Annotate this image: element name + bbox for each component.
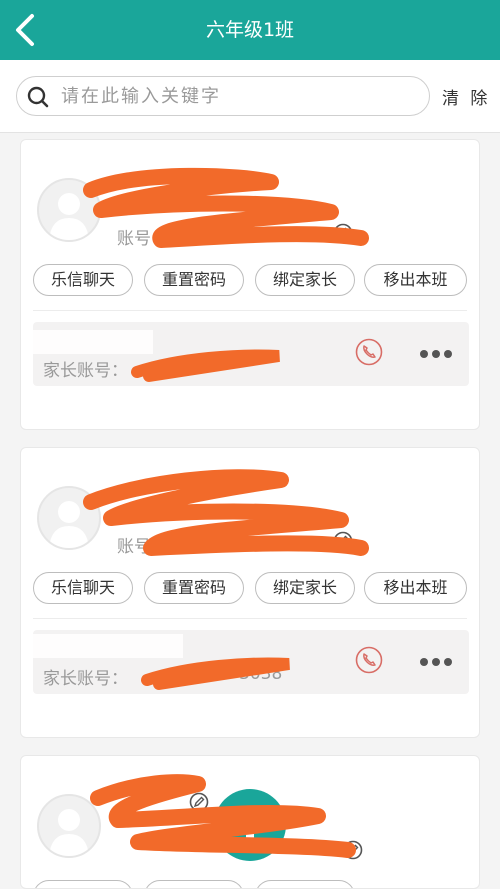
avatar[interactable] <box>37 486 101 550</box>
avatar-placeholder-icon <box>49 809 89 856</box>
more-options-icon[interactable] <box>419 657 453 667</box>
student-account-label: 账号 <box>117 229 151 249</box>
top-app-bar: 六年级1班 <box>0 0 500 60</box>
search-box[interactable] <box>16 76 430 116</box>
chat-button[interactable]: 乐信聊天 <box>33 572 133 604</box>
student-account-label: 账号 <box>117 537 151 557</box>
phone-call-icon[interactable] <box>355 646 383 674</box>
avatar[interactable] <box>37 794 101 858</box>
chat-button[interactable]: 乐信聊天 <box>33 264 133 296</box>
plus-icon <box>232 807 268 843</box>
edit-icon[interactable] <box>333 531 353 551</box>
chat-button[interactable] <box>33 880 133 888</box>
student-actions: 乐信聊天 重置密码 绑定家长 移出本班 <box>33 572 469 606</box>
student-card: 账号 乐信聊天 重置密码 绑定家长 移出本班 家长账号： <box>20 139 480 430</box>
parent-account-label: 家长账号： <box>43 669 128 689</box>
bind-parent-button[interactable] <box>255 880 355 888</box>
parent-row: 家长账号： 3038 <box>21 630 469 694</box>
remove-from-class-button[interactable]: 移出本班 <box>364 264 467 296</box>
search-bar: 清 除 <box>0 60 500 133</box>
search-icon <box>27 86 49 108</box>
search-input[interactable] <box>61 83 411 109</box>
edit-icon[interactable] <box>189 792 209 812</box>
reset-password-button[interactable] <box>144 880 244 888</box>
parent-account-label: 家长账号： <box>43 361 128 381</box>
redaction-blur <box>21 634 183 658</box>
avatar-placeholder-icon <box>49 193 89 240</box>
clear-button[interactable]: 清 除 <box>442 84 490 109</box>
bind-parent-button[interactable]: 绑定家长 <box>255 264 355 296</box>
avatar-placeholder-icon <box>49 501 89 548</box>
remove-from-class-button[interactable]: 移出本班 <box>364 572 467 604</box>
avatar[interactable] <box>37 178 101 242</box>
student-card: 账号 乐信聊天 重置密码 绑定家长 移出本班 家长账号： 3038 <box>20 447 480 738</box>
more-options-icon[interactable] <box>419 349 453 359</box>
edit-icon[interactable] <box>333 223 353 243</box>
add-student-fab[interactable] <box>214 789 286 861</box>
divider <box>33 618 467 619</box>
bind-parent-button[interactable]: 绑定家长 <box>255 572 355 604</box>
page-title: 六年级1班 <box>205 19 295 41</box>
reset-password-button[interactable]: 重置密码 <box>144 572 244 604</box>
parent-account-value: 3038 <box>239 664 283 684</box>
reset-password-button[interactable]: 重置密码 <box>144 264 244 296</box>
phone-call-icon[interactable] <box>355 338 383 366</box>
edit-icon[interactable] <box>343 840 363 860</box>
redaction-scribble <box>131 349 280 382</box>
student-actions <box>33 880 469 888</box>
redaction-blur <box>21 330 153 354</box>
parent-row: 家长账号： <box>21 322 469 386</box>
divider <box>33 310 467 311</box>
student-actions: 乐信聊天 重置密码 绑定家长 移出本班 <box>33 264 469 298</box>
